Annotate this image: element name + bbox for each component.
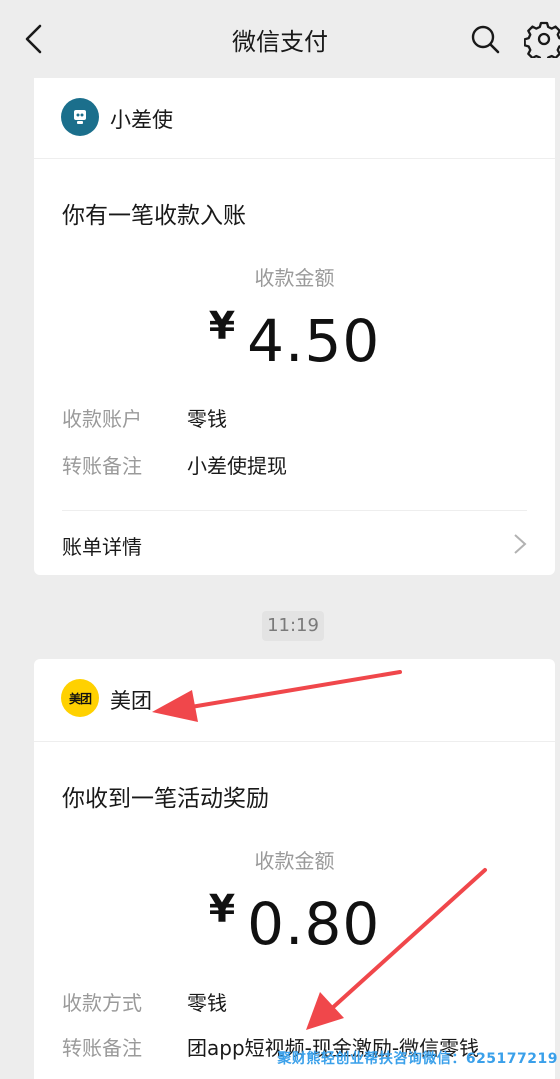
- settings-gear-icon: [523, 21, 560, 63]
- xiaochaishi-logo-icon: [74, 110, 86, 124]
- search-button[interactable]: [468, 22, 502, 56]
- info-row: 收款账户 零钱: [62, 403, 227, 432]
- top-bar: 微信支付: [0, 0, 560, 78]
- watermark: 聚财熊轻创业帮扶咨询微信：625177219: [277, 1051, 558, 1067]
- bill-details-link[interactable]: 账单详情: [62, 510, 527, 575]
- currency-symbol: ¥: [208, 304, 236, 348]
- amount-label: 收款金额: [254, 266, 335, 290]
- info-key: 转账备注: [62, 1036, 142, 1060]
- currency-symbol: ¥: [208, 887, 236, 931]
- reward-notification-card[interactable]: 美团 美团 你收到一笔活动奖励 收款金额 ¥0.80 收款方式 零钱 转账备注 团a…: [34, 659, 555, 1079]
- source-name: 美团: [110, 689, 152, 713]
- avatar: [61, 98, 99, 136]
- info-key: 转账备注: [62, 454, 142, 478]
- info-value: 零钱: [187, 407, 227, 431]
- source-row[interactable]: 小差使: [34, 78, 555, 159]
- amount-value: 0.80: [247, 890, 381, 958]
- info-key: 收款方式: [62, 991, 142, 1015]
- info-value: 零钱: [187, 991, 227, 1015]
- meituan-logo-icon: 美团: [61, 679, 99, 717]
- chevron-right-icon: [514, 534, 527, 554]
- settings-button[interactable]: [523, 20, 560, 63]
- info-value: 小差使提现: [187, 454, 287, 478]
- search-icon: [471, 25, 500, 54]
- info-row: 收款方式 零钱: [62, 987, 227, 1016]
- timestamp-badge: 11:19: [262, 611, 324, 641]
- message-title: 你有一笔收款入账: [62, 203, 246, 229]
- info-row: 转账备注 小差使提现: [62, 450, 287, 479]
- source-name: 小差使: [110, 108, 173, 132]
- message-title: 你收到一笔活动奖励: [62, 786, 269, 812]
- info-key: 收款账户: [62, 407, 142, 431]
- amount: ¥0.80: [34, 887, 555, 958]
- source-row[interactable]: 美团 美团: [34, 659, 555, 742]
- payment-notification-card[interactable]: 小差使 你有一笔收款入账 收款金额 ¥4.50 收款账户 零钱 转账备注 小差使提现…: [34, 78, 555, 575]
- amount-label: 收款金额: [254, 849, 335, 873]
- amount-value: 4.50: [247, 307, 381, 375]
- amount: ¥4.50: [34, 304, 555, 375]
- bill-details-label: 账单详情: [62, 535, 142, 559]
